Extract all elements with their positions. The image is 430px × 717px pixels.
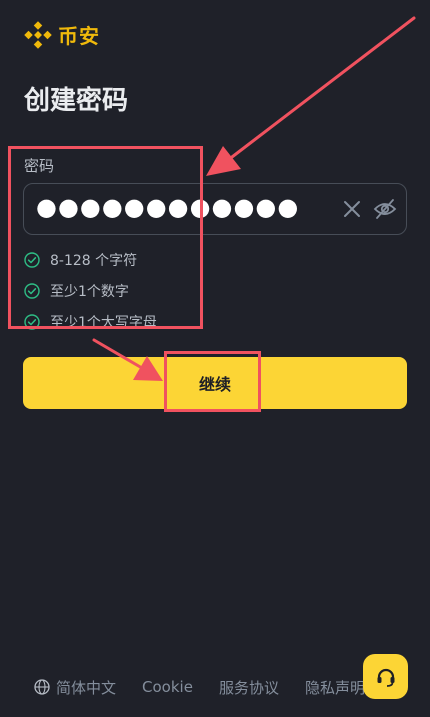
rule-item: 至少1个数字 [24,275,157,306]
headset-icon [377,668,394,687]
privacy-link[interactable]: 隐私声明 [305,677,365,698]
check-circle-icon [24,282,40,299]
binance-logo-icon [24,20,52,49]
rule-text: 8-128 个字符 [50,252,138,269]
annotation-arrow-top [206,16,416,176]
clear-icon[interactable] [342,199,362,219]
rule-text: 至少1个大写字母 [50,314,157,331]
rule-item: 8-128 个字符 [24,244,157,275]
check-circle-icon [24,251,40,268]
cookie-link[interactable]: Cookie [142,678,193,696]
binance-logo[interactable]: 币安 [24,20,100,49]
continue-button[interactable]: 继续 [23,357,407,409]
eye-off-icon[interactable] [373,198,397,220]
rule-item: 至少1个大写字母 [24,306,157,337]
password-input[interactable]: ●●●●●●●●●●●● [23,183,407,235]
rule-text: 至少1个数字 [50,283,129,300]
globe-icon [34,679,50,695]
page-title: 创建密码 [24,86,129,116]
password-rules: 8-128 个字符 至少1个数字 至少1个大写字母 [24,244,157,337]
brand-name: 币安 [58,24,100,48]
password-label: 密码 [24,157,55,175]
support-chat-button[interactable] [363,654,408,699]
footer: 简体中文 Cookie 服务协议 隐私声明 [34,676,365,698]
language-selector[interactable]: 简体中文 [34,677,116,698]
check-circle-icon [24,313,40,330]
language-label: 简体中文 [56,678,117,697]
password-value: ●●●●●●●●●●●● [36,193,300,221]
terms-link[interactable]: 服务协议 [219,677,279,698]
